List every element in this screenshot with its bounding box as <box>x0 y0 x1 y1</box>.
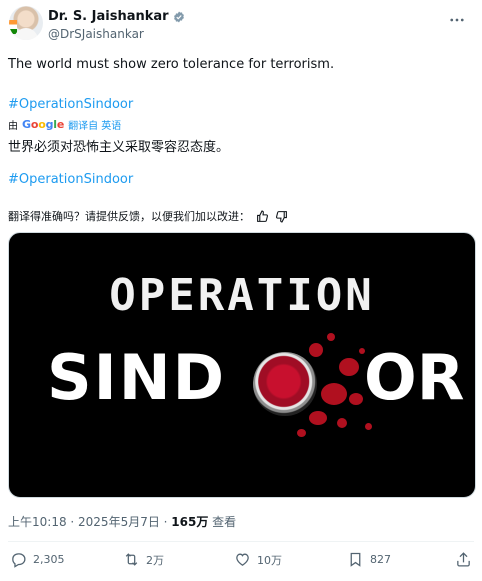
translation-feedback: 翻译得准确吗？请提供反馈，以便我们加以改进： <box>8 208 288 224</box>
translated-text: 世界必须对恐怖主义采取零容忍态度。 <box>8 140 230 155</box>
author-handle[interactable]: @DrSJaishankar <box>48 27 144 41</box>
image-title-operation: OPERATION <box>109 270 375 321</box>
avatar[interactable] <box>9 6 43 40</box>
tweet-header: Dr. S. Jaishankar @DrSJaishankar <box>0 0 482 52</box>
tweet-image[interactable]: OPERATION SIND OR <box>8 232 476 498</box>
translated-from-link[interactable]: 翻译自 英语 <box>68 117 121 132</box>
tweet-meta: 上午10:18 · 2025年5月7日 · 165万 查看 <box>8 515 237 529</box>
thumbs-up-icon[interactable] <box>256 210 269 223</box>
heart-icon <box>236 553 249 566</box>
translation-attribution: 由 Google 翻译自 英语 <box>8 117 122 132</box>
like-button[interactable]: 10万 <box>234 551 282 568</box>
bookmark-icon <box>350 552 361 567</box>
reply-button[interactable]: 2,305 <box>10 551 65 568</box>
hashtag-link[interactable]: #OperationSindoor <box>8 97 133 112</box>
view-count: 165万 <box>171 515 209 529</box>
reply-icon <box>12 553 26 568</box>
translated-hashtag-link[interactable]: #OperationSindoor <box>8 172 133 187</box>
sindoor-bowl-icon <box>253 352 317 416</box>
image-title-sind: SIND <box>47 341 227 414</box>
bookmark-button[interactable]: 827 <box>347 551 391 568</box>
timestamp[interactable]: 上午10:18 · 2025年5月7日 · <box>8 515 171 529</box>
tweet-text: The world must show zero tolerance for t… <box>8 57 335 72</box>
share-button[interactable] <box>455 551 472 568</box>
author-name[interactable]: Dr. S. Jaishankar <box>48 9 185 24</box>
verified-badge-icon <box>173 11 184 22</box>
more-options-icon[interactable] <box>448 11 466 29</box>
action-bar: 2,305 2万 10万 827 <box>0 551 482 575</box>
divider <box>8 541 474 542</box>
share-icon <box>457 552 470 567</box>
thumbs-down-icon[interactable] <box>275 210 288 223</box>
repost-button[interactable]: 2万 <box>123 551 164 568</box>
google-logo: Google <box>22 118 65 131</box>
repost-icon <box>125 553 138 566</box>
image-title-or: OR <box>364 341 465 414</box>
